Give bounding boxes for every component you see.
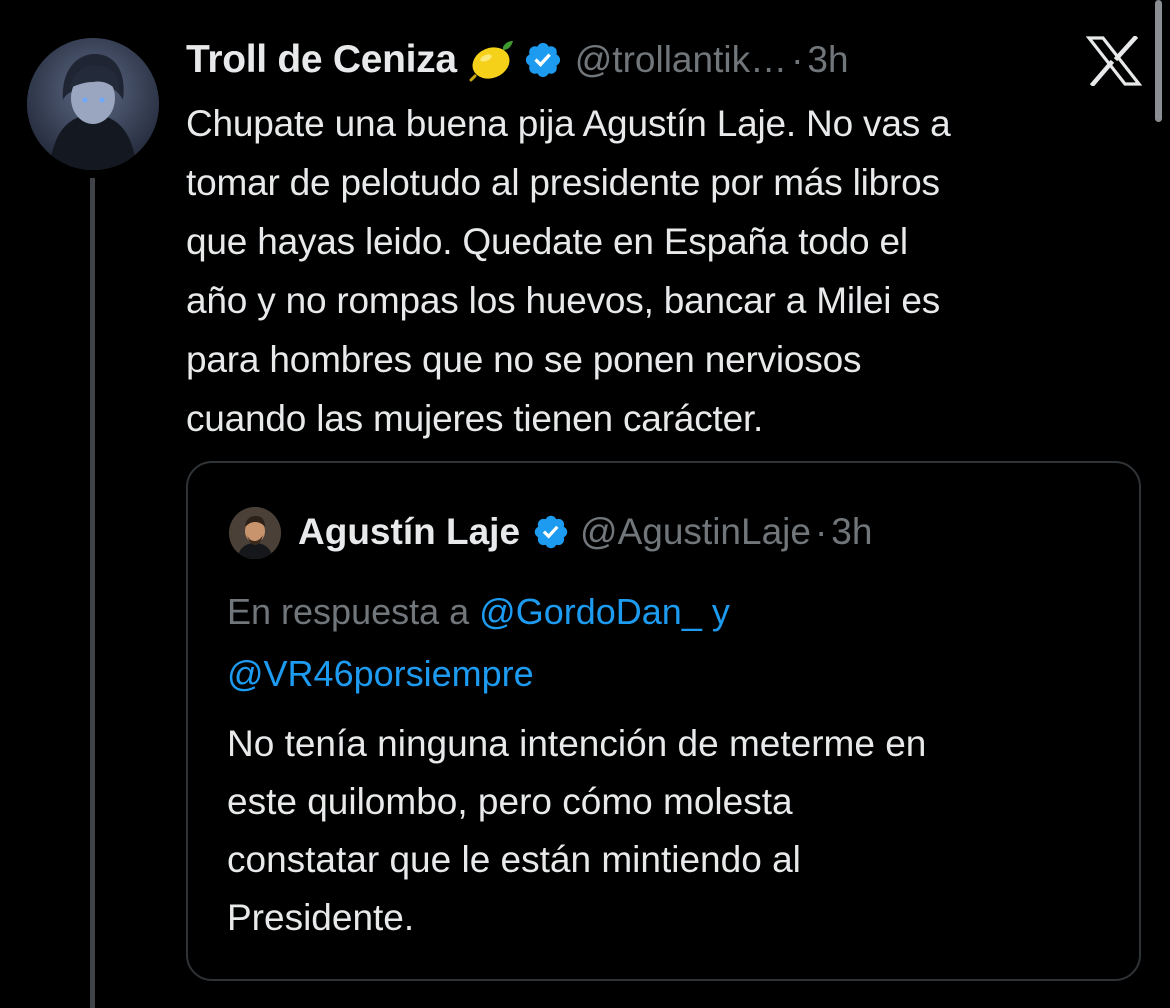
- quoted-tweet-body: No tenía ninguna intención de meterme en…: [227, 715, 1127, 947]
- tweet-timestamp[interactable]: 3h: [807, 39, 848, 81]
- quoted-author-name[interactable]: Agustín Laje: [298, 511, 520, 553]
- tweet-text-line: para hombres que no se ponen nerviosos: [186, 339, 862, 380]
- thread-connector-line: [90, 178, 95, 1008]
- author-handle[interactable]: @trollantik…: [575, 39, 787, 81]
- quoted-author-handle[interactable]: @AgustinLaje: [580, 511, 811, 553]
- scrollbar-thumb[interactable]: [1155, 0, 1162, 122]
- reply-prefix: En respuesta a: [227, 591, 480, 632]
- tweet-text-line: que hayas leido. Quedate en España todo …: [186, 221, 908, 262]
- lemon-emoji-icon: [467, 38, 515, 82]
- separator-dot: ·: [814, 511, 828, 552]
- quoted-tweet-header: Agustín Laje @AgustinLaje · 3h: [298, 506, 872, 558]
- reply-conjunction: y: [701, 591, 730, 632]
- mention-link-gordodan[interactable]: @GordoDan_: [479, 591, 702, 632]
- verified-badge-icon: [532, 513, 570, 551]
- quoted-author-avatar[interactable]: [229, 507, 281, 559]
- quoted-tweet-card[interactable]: Agustín Laje @AgustinLaje · 3h En respue…: [186, 461, 1141, 981]
- author-avatar[interactable]: [27, 38, 159, 170]
- reply-context-line-2: @VR46porsiempre: [227, 643, 730, 705]
- tweet-text-line: tomar de pelotudo al presidente por más …: [186, 162, 940, 203]
- x-logo-icon[interactable]: [1085, 34, 1143, 88]
- tweet-body: Chupate una buena pija Agustín Laje. No …: [186, 94, 1146, 448]
- quoted-text-line: constatar que le están mintiendo al: [227, 839, 801, 880]
- tweet-text-line: año y no rompas los huevos, bancar a Mil…: [186, 280, 941, 321]
- quoted-tweet-timestamp[interactable]: 3h: [831, 511, 872, 553]
- verified-badge-icon: [523, 40, 563, 80]
- tweet-text-line: Chupate una buena pija Agustín Laje. No …: [186, 103, 951, 144]
- reply-context-line-1: En respuesta a @GordoDan_ y: [227, 581, 730, 643]
- author-name[interactable]: Troll de Ceniza: [186, 38, 457, 82]
- reply-context: En respuesta a @GordoDan_ y @VR46porsiem…: [227, 581, 730, 705]
- quoted-text-line: este quilombo, pero cómo molesta: [227, 781, 793, 822]
- quoted-text-line: Presidente.: [227, 897, 415, 938]
- tweet-text-line: cuando las mujeres tienen carácter.: [186, 398, 764, 439]
- quoted-text-line: No tenía ninguna intención de meterme en: [227, 723, 927, 764]
- mention-link-vr46porsiempre[interactable]: @VR46porsiempre: [227, 653, 534, 694]
- separator-dot: ·: [791, 39, 804, 80]
- tweet-header: Troll de Ceniza @trollantik… · 3h: [186, 34, 849, 86]
